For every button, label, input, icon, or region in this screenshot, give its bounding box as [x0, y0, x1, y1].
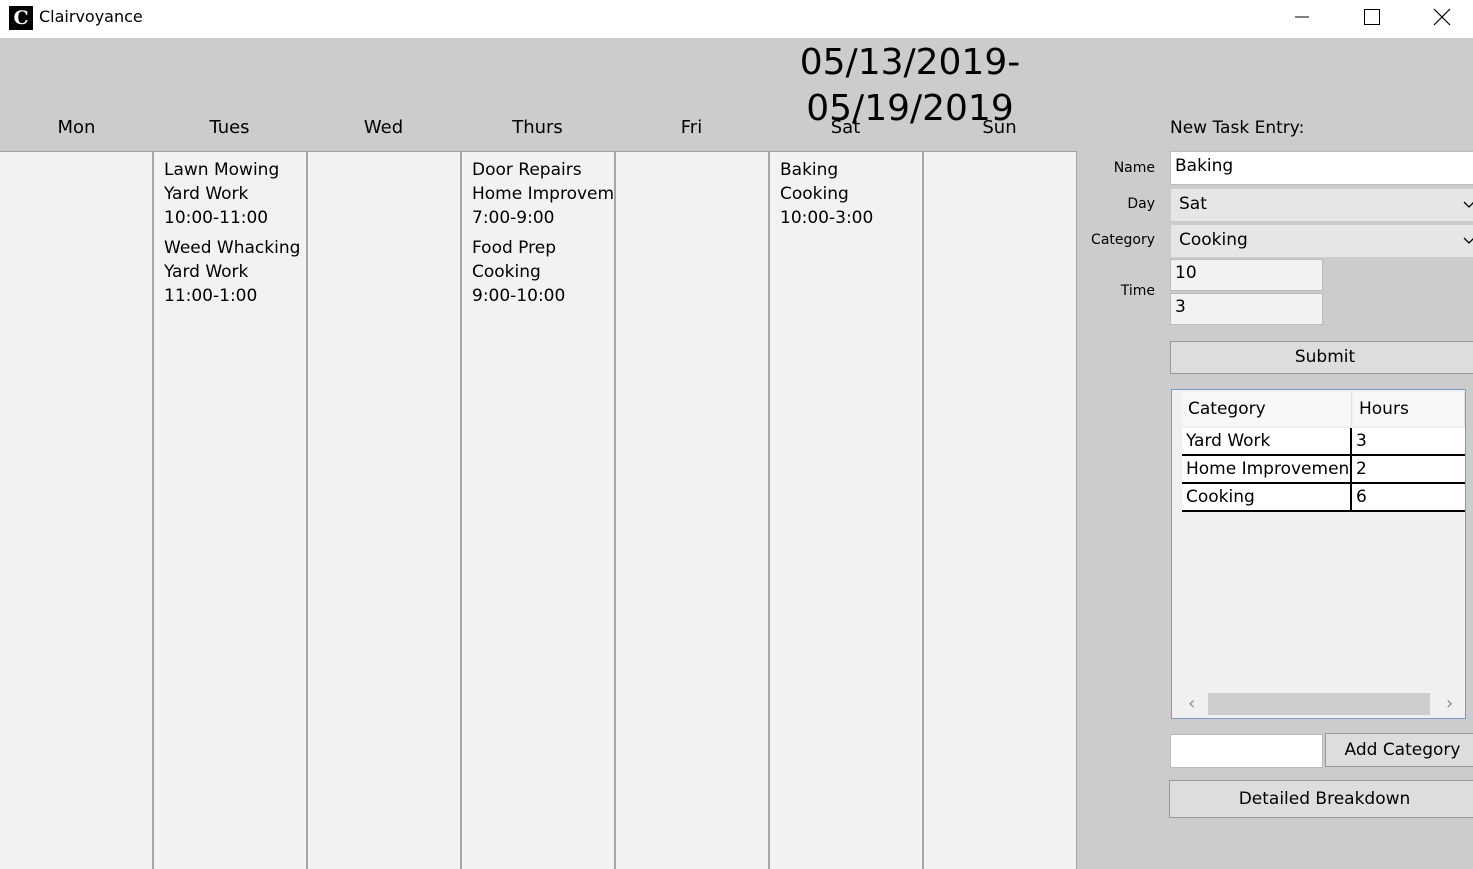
- detailed-breakdown-button[interactable]: Detailed Breakdown: [1169, 780, 1473, 818]
- task-name: Weed Whacking: [164, 238, 301, 258]
- window-title: Clairvoyance: [39, 7, 143, 26]
- day-column-mon[interactable]: [0, 151, 152, 869]
- task-time: 7:00-9:00: [472, 208, 555, 228]
- category-hours-grid[interactable]: Category Hours Yard Work 3 Home Improvem…: [1171, 389, 1466, 719]
- task-category: Cooking: [472, 262, 541, 282]
- name-input[interactable]: Baking: [1170, 151, 1473, 185]
- category-select[interactable]: Cooking: [1170, 224, 1473, 258]
- category-select-value: Cooking: [1179, 230, 1248, 250]
- task-time: 9:00-10:00: [472, 286, 566, 306]
- task-name: Baking: [780, 160, 839, 180]
- app-logo-icon: C: [9, 6, 33, 30]
- task-entry[interactable]: Food Prep Cooking 9:00-10:00: [472, 236, 614, 308]
- category-label: Category: [1091, 232, 1155, 248]
- task-time: 11:00-1:00: [164, 286, 258, 306]
- day-column-tues[interactable]: Lawn Mowing Yard Work 10:00-11:00 Weed W…: [152, 151, 306, 869]
- task-entry[interactable]: Lawn Mowing Yard Work 10:00-11:00: [164, 158, 306, 230]
- grid-header-category[interactable]: Category: [1182, 392, 1352, 426]
- minimize-button[interactable]: [1279, 0, 1325, 34]
- scroll-left-icon[interactable]: ‹: [1188, 694, 1195, 714]
- title-bar: C Clairvoyance: [0, 0, 1473, 38]
- day-column-thurs[interactable]: Door Repairs Home Improvem 7:00-9:00 Foo…: [460, 151, 614, 869]
- day-header-wed: Wed: [363, 117, 404, 138]
- submit-button[interactable]: Submit: [1170, 341, 1473, 374]
- grid-cell-category[interactable]: Cooking: [1182, 484, 1352, 512]
- task-entry[interactable]: Door Repairs Home Improvem 7:00-9:00: [472, 158, 614, 230]
- grid-cell-category[interactable]: Yard Work: [1182, 428, 1352, 456]
- task-name: Food Prep: [472, 238, 556, 258]
- close-icon: [1433, 8, 1451, 26]
- grid-cell-hours[interactable]: 6: [1352, 484, 1465, 512]
- task-entry[interactable]: Baking Cooking 10:00-3:00: [780, 158, 922, 230]
- day-header-tues: Tues: [209, 117, 250, 138]
- task-category: Cooking: [780, 184, 849, 204]
- task-category: Yard Work: [164, 184, 249, 204]
- grid-cell-category[interactable]: Home Improvement: [1182, 456, 1352, 484]
- time-label: Time: [1120, 283, 1155, 299]
- maximize-icon: [1364, 9, 1380, 25]
- day-header-thurs: Thurs: [512, 117, 563, 138]
- new-category-input[interactable]: [1170, 734, 1323, 768]
- task-entry[interactable]: Weed Whacking Yard Work 11:00-1:00: [164, 236, 306, 308]
- task-name: Lawn Mowing: [164, 160, 280, 180]
- day-header-mon: Mon: [57, 117, 96, 138]
- task-category: Home Improvem: [472, 184, 614, 204]
- time-end-input[interactable]: 3: [1170, 293, 1323, 325]
- grid-cell-hours[interactable]: 3: [1352, 428, 1465, 456]
- day-column-sat[interactable]: Baking Cooking 10:00-3:00: [768, 151, 922, 869]
- name-label: Name: [1113, 160, 1155, 176]
- day-header-sun: Sun: [982, 117, 1017, 138]
- close-button[interactable]: [1419, 0, 1465, 34]
- task-time: 10:00-3:00: [780, 208, 874, 228]
- task-category: Yard Work: [164, 262, 249, 282]
- scroll-right-icon[interactable]: ›: [1446, 694, 1453, 714]
- day-select-value: Sat: [1179, 194, 1207, 214]
- new-task-entry-title: New Task Entry:: [1170, 118, 1305, 138]
- horizontal-scrollbar[interactable]: ‹ ›: [1180, 691, 1458, 717]
- chevron-down-icon: [1463, 201, 1473, 208]
- day-select[interactable]: Sat: [1170, 188, 1473, 222]
- chevron-down-icon: [1463, 237, 1473, 244]
- task-time: 10:00-11:00: [164, 208, 269, 228]
- add-category-button[interactable]: Add Category: [1325, 733, 1473, 767]
- minimize-icon: [1295, 16, 1309, 18]
- time-start-input[interactable]: 10: [1170, 259, 1323, 291]
- day-column-fri[interactable]: [614, 151, 768, 869]
- day-label: Day: [1127, 196, 1155, 212]
- day-header-fri: Fri: [680, 117, 703, 138]
- day-header-sat: Sat: [830, 117, 861, 138]
- day-column-wed[interactable]: [306, 151, 460, 869]
- day-column-sun[interactable]: [922, 151, 1077, 869]
- task-name: Door Repairs: [472, 160, 582, 180]
- maximize-button[interactable]: [1349, 0, 1395, 34]
- grid-header-hours[interactable]: Hours: [1353, 392, 1465, 426]
- scrollbar-thumb[interactable]: [1208, 693, 1430, 715]
- grid-cell-hours[interactable]: 2: [1352, 456, 1465, 484]
